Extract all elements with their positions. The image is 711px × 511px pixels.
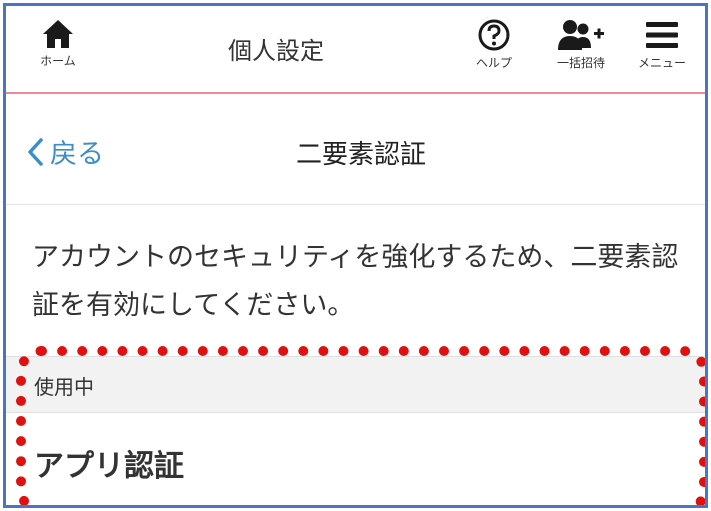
chevron-left-icon [28, 137, 43, 166]
section-header-label: 使用中 [34, 375, 94, 399]
bulk-invite-button[interactable]: 一括招待 [544, 18, 618, 71]
home-label: ホーム [40, 54, 76, 68]
help-label: ヘルプ [475, 56, 512, 70]
bulk-invite-label: 一括招待 [556, 56, 605, 70]
add-users-icon [558, 20, 604, 50]
sub-header: 戻る 二要素認証 [6, 94, 705, 205]
back-label: 戻る [50, 139, 104, 170]
list-item-label: アプリ認証 [34, 449, 184, 484]
home-button[interactable]: ホーム [32, 18, 84, 69]
home-icon [43, 20, 73, 48]
top-header: ホーム 個人設定 ヘルプ 一括招待 メニュー [6, 6, 705, 94]
help-circle-icon [478, 19, 510, 51]
screen-title: 二要素認証 [295, 140, 426, 170]
list-item-app-auth[interactable]: アプリ認証 [6, 413, 705, 505]
app-frame: ホーム 個人設定 ヘルプ 一括招待 メニュー 戻る 二要素認証 アカウントのセキ… [3, 3, 708, 508]
menu-label: メニュー [637, 56, 686, 70]
section-header: 使用中 [6, 356, 705, 413]
help-button[interactable]: ヘルプ [468, 18, 520, 71]
menu-button[interactable]: メニュー [626, 18, 698, 71]
description-text: アカウントのセキュリティを強化するため、二要素認証を有効にしてください。 [32, 242, 679, 321]
hamburger-menu-icon [646, 22, 678, 48]
back-button[interactable]: 戻る [26, 132, 104, 171]
page-title: 個人設定 [228, 37, 324, 65]
